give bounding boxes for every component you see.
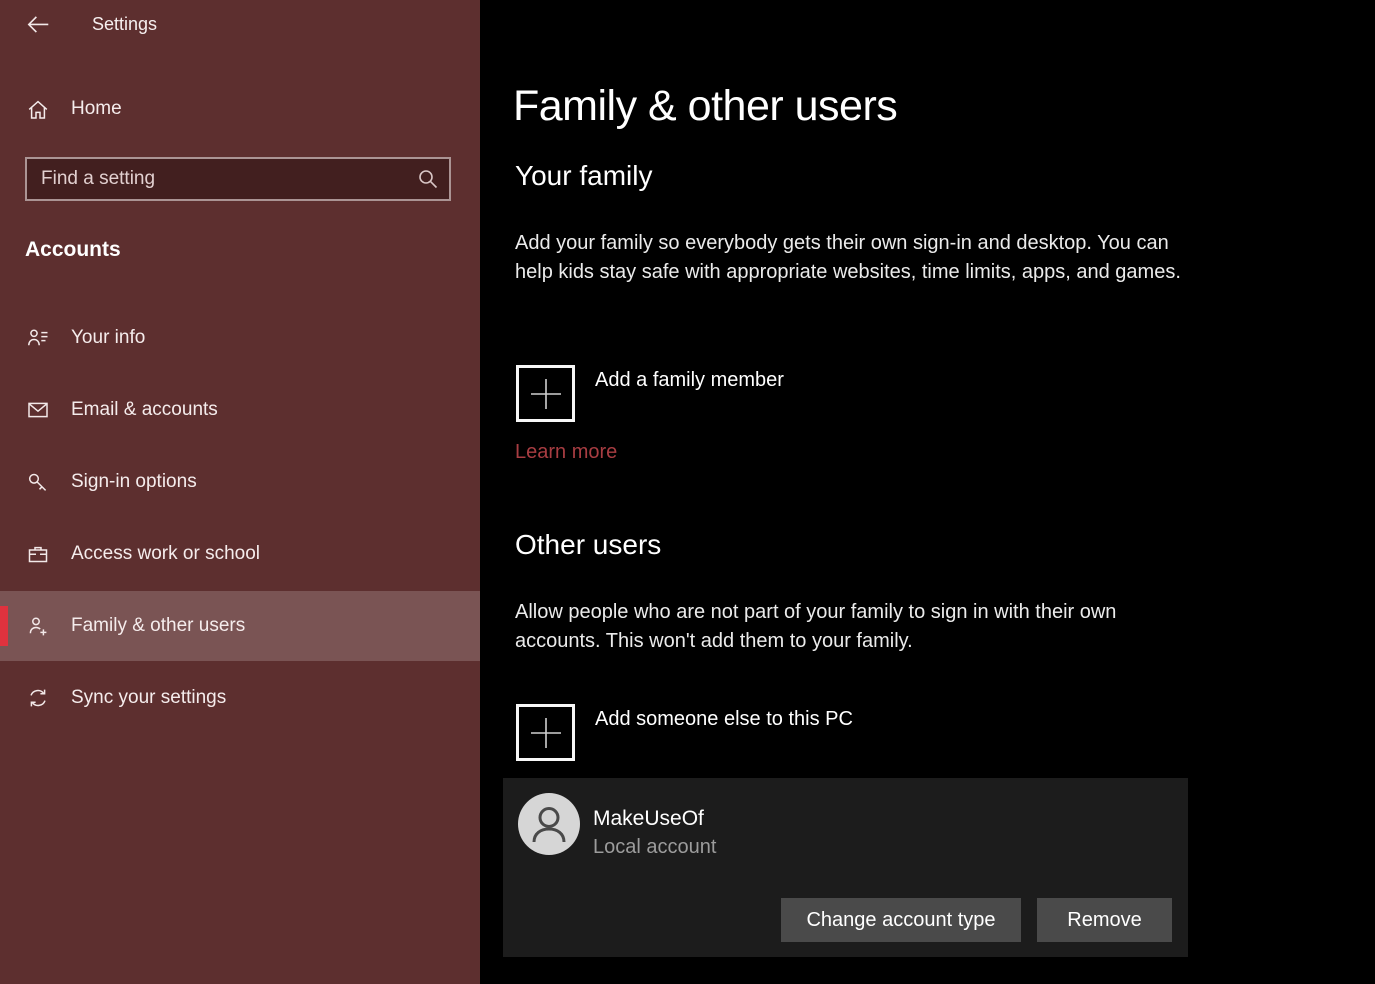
- account-type: Local account: [593, 836, 716, 859]
- add-family-member-label: Add a family member: [595, 365, 784, 422]
- account-actions: Change account type Remove: [781, 898, 1172, 942]
- search-icon[interactable]: [416, 167, 440, 191]
- main-content: Family & other users Your family Add you…: [480, 0, 1375, 984]
- sidebar-section-heading: Accounts: [25, 238, 121, 262]
- sidebar-item-sync-settings[interactable]: Sync your settings: [0, 663, 480, 733]
- person-icon: [518, 793, 580, 855]
- plus-icon: [516, 704, 575, 761]
- change-account-type-button[interactable]: Change account type: [781, 898, 1021, 942]
- other-users-description: Allow people who are not part of your fa…: [515, 598, 1170, 655]
- envelope-icon: [26, 398, 50, 422]
- sidebar: Settings Home Accounts: [0, 0, 480, 984]
- search-box: [25, 157, 451, 201]
- sidebar-item-label: Sync your settings: [71, 663, 226, 733]
- add-someone-else-label: Add someone else to this PC: [595, 704, 853, 761]
- remove-account-button[interactable]: Remove: [1037, 898, 1172, 942]
- key-icon: [26, 470, 50, 494]
- briefcase-icon: [26, 542, 50, 566]
- sidebar-item-sign-in-options[interactable]: Sign-in options: [0, 447, 480, 517]
- sidebar-item-label: Email & accounts: [71, 375, 218, 445]
- sync-icon: [26, 686, 50, 710]
- sidebar-item-label: Your info: [71, 303, 145, 373]
- account-name: MakeUseOf: [593, 807, 704, 831]
- settings-window: Settings Home Accounts: [0, 0, 1375, 984]
- window-title: Settings: [92, 14, 157, 35]
- sidebar-item-family-other-users[interactable]: Family & other users: [0, 591, 480, 661]
- user-account-card[interactable]: MakeUseOf Local account Change account t…: [503, 778, 1188, 957]
- other-users-heading: Other users: [515, 529, 661, 561]
- learn-more-link[interactable]: Learn more: [515, 441, 617, 464]
- add-someone-else-button[interactable]: Add someone else to this PC: [516, 704, 853, 761]
- page-title: Family & other users: [513, 82, 897, 131]
- sidebar-item-label: Sign-in options: [71, 447, 197, 517]
- sidebar-item-email-accounts[interactable]: Email & accounts: [0, 375, 480, 445]
- sidebar-item-your-info[interactable]: Your info: [0, 303, 480, 373]
- back-arrow-icon: [25, 12, 51, 38]
- plus-icon: [516, 365, 575, 422]
- sidebar-item-label: Home: [71, 98, 122, 120]
- back-button[interactable]: [25, 12, 51, 38]
- your-family-description: Add your family so everybody gets their …: [515, 229, 1183, 286]
- add-family-member-button[interactable]: Add a family member: [516, 365, 784, 422]
- person-card-icon: [26, 326, 50, 350]
- sidebar-item-label: Access work or school: [71, 519, 260, 589]
- avatar: [518, 793, 580, 855]
- sidebar-item-label: Family & other users: [71, 591, 245, 661]
- home-icon: [26, 98, 50, 122]
- your-family-heading: Your family: [515, 160, 652, 192]
- sidebar-item-home[interactable]: Home: [0, 88, 480, 132]
- person-plus-icon: [26, 614, 50, 638]
- sidebar-item-access-work-school[interactable]: Access work or school: [0, 519, 480, 589]
